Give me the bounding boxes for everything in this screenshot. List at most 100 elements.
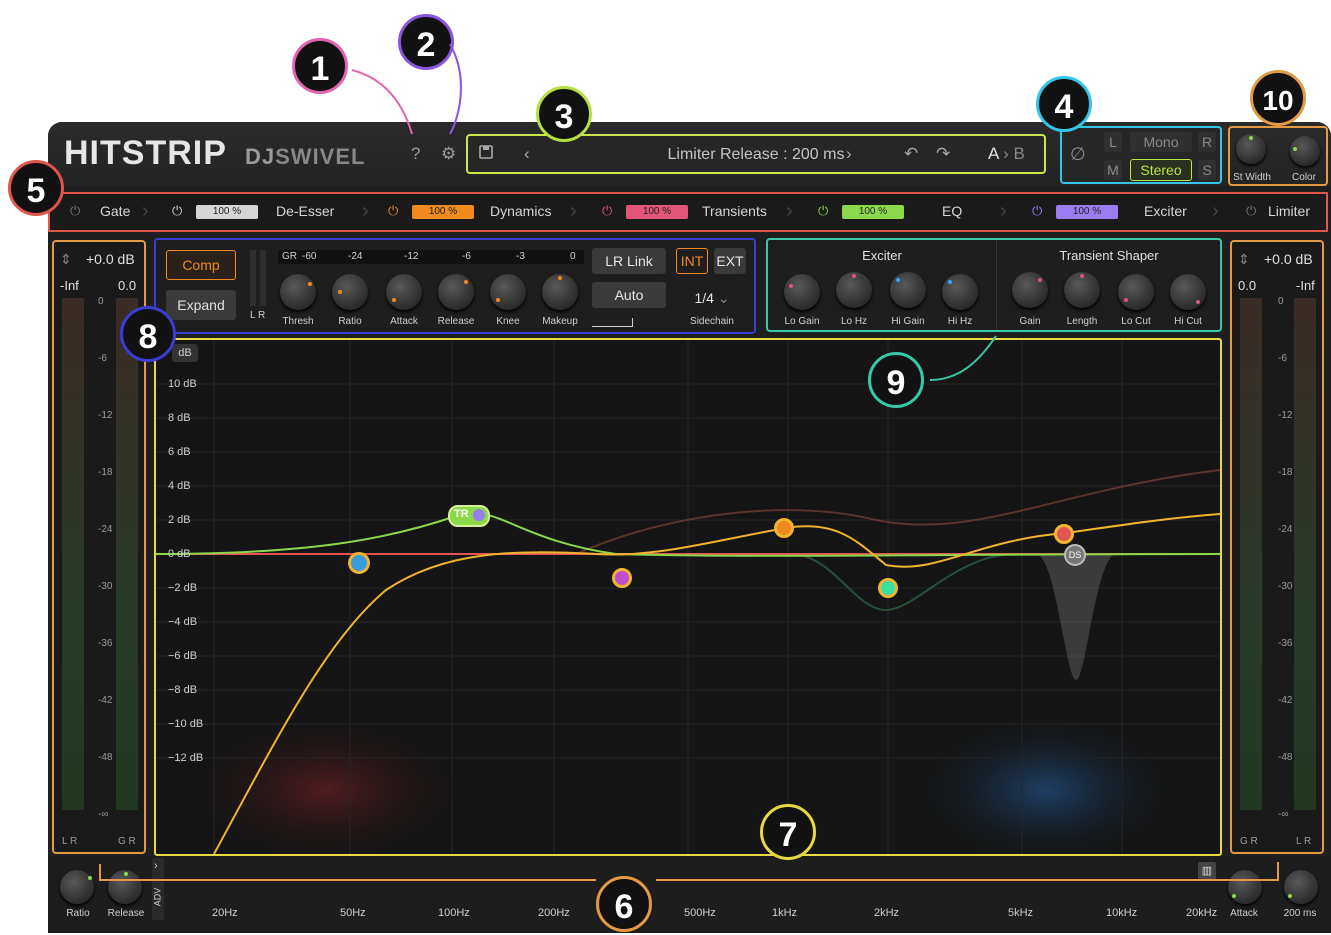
gain-knob[interactable] [1012,272,1048,308]
gain-stepper-icon[interactable]: ⇕ [60,251,72,268]
release-bottom-knob[interactable] [108,870,142,904]
dynamics-power-icon[interactable]: ⏻ [388,203,398,219]
length-knob[interactable] [1064,272,1100,308]
eq-node-transients[interactable] [612,568,632,588]
lo-gain-knob[interactable] [784,274,820,310]
redo-icon[interactable]: ↷ [936,144,950,164]
input-peak-gr: 0.0 [118,278,137,293]
transients-mix[interactable]: 100 % [626,205,688,219]
gate-power-icon[interactable]: ⏻ [70,203,80,219]
meter-tick-label: -12 [98,410,113,421]
input-gain-value[interactable]: +0.0 dB [86,251,135,267]
de-esser-power-icon[interactable]: ⏻ [172,203,182,219]
release-knob[interactable] [438,274,474,310]
db-range-button[interactable]: dB [172,344,198,362]
knee-knob[interactable] [490,274,526,310]
stereo-width-panel: St Width Color [1228,126,1328,186]
next-preset-icon[interactable]: › [846,144,852,164]
ratio-knob[interactable] [332,274,368,310]
comp-button[interactable]: Comp [166,250,236,280]
dynamics-mix[interactable]: 100 % [412,205,474,219]
ext-sidechain-button[interactable]: EXT [714,248,746,274]
limiter-release-knob[interactable] [1284,870,1318,904]
module-limiter[interactable]: Limiter [1268,203,1310,219]
meter-tick-label: -18 [1278,467,1293,478]
de-esser-mix[interactable]: 100 % [196,205,258,219]
module-gate[interactable]: Gate [100,203,130,219]
frequency-label: 20kHz [1186,907,1218,919]
attack-bottom-knob[interactable] [1228,870,1262,904]
ab-compare[interactable]: A › B [988,144,1025,164]
lo-gain-label: Lo Gain [784,316,820,327]
gain-stepper-icon[interactable]: ⇕ [1238,251,1250,268]
attack-knob[interactable] [386,274,422,310]
left-channel-button[interactable]: L [1104,132,1122,152]
expand-button[interactable]: Expand [166,290,236,320]
output-gain-value[interactable]: +0.0 dB [1264,251,1313,267]
module-exciter[interactable]: Exciter [1144,203,1187,219]
int-sidechain-button[interactable]: INT [676,248,708,274]
sidechain-routing-arrow-icon [592,318,633,327]
adv-toggle[interactable]: › ADV [152,858,164,920]
thresh-knob[interactable] [280,274,316,310]
hi-gain-knob[interactable] [890,272,926,308]
hi-gain-label: Hi Gain [891,316,925,327]
eq-mix[interactable]: 100 % [842,205,904,219]
phase-invert-icon[interactable]: ∅ [1070,144,1086,165]
help-icon[interactable]: ? [411,144,420,164]
module-dynamics[interactable]: Dynamics [490,203,551,219]
lo-cut-knob[interactable] [1118,274,1154,310]
settings-gear-icon[interactable]: ⚙ [441,144,456,164]
brand-logo: DJSWIVEL [245,144,366,169]
hi-cut-knob[interactable] [1170,274,1206,310]
chevron-icon: › [570,200,577,222]
frequency-label: 200Hz [538,907,570,919]
module-eq[interactable]: EQ [942,203,962,219]
gr-meter-r [260,250,266,306]
gr-scale: GR -60 -24 -12 -6 -3 0 [278,250,584,264]
eq-db-label: −10 dB [168,718,204,730]
lo-hz-knob[interactable] [836,272,872,308]
meter-tick-label: 0 [1278,296,1284,307]
ratio-bottom-knob[interactable] [60,870,94,904]
chevron-icon: › [362,200,369,222]
eq-node-tr[interactable]: TR [448,505,490,527]
eq-power-icon[interactable]: ⏻ [818,203,828,219]
color-knob[interactable] [1290,136,1320,166]
eq-node-low[interactable] [348,552,370,574]
logo: HITSTRIP [64,134,227,172]
eq-db-label: 6 dB [168,446,191,458]
stereo-button[interactable]: Stereo [1130,159,1192,181]
de-esser-node[interactable]: DS [1064,544,1086,566]
transient-shaper-title: Transient Shaper [1059,248,1159,263]
preset-name[interactable]: Limiter Release : 200 ms [468,146,1044,164]
mono-button[interactable]: Mono [1130,132,1192,152]
side-button[interactable]: S [1198,160,1216,180]
mid-button[interactable]: M [1104,160,1122,180]
hi-hz-knob[interactable] [942,274,978,310]
eq-graph[interactable]: dB 10 dB 8 dB 6 dB 4 dB 2 dB 0 dB −2 dB −4 dB −6… [154,338,1222,856]
limiter-power-icon[interactable]: ⏻ [1246,203,1256,219]
undo-icon[interactable]: ↶ [904,144,918,164]
eq-curves [156,340,1220,854]
auto-button[interactable]: Auto [592,282,666,308]
attack-bottom-label: Attack [1230,908,1258,919]
module-de-esser[interactable]: De-Esser [276,203,334,219]
stereo-width-knob[interactable] [1236,134,1266,164]
transients-power-icon[interactable]: ⏻ [602,203,612,219]
lr-link-button[interactable]: LR Link [592,248,666,274]
eq-db-label: 10 dB [168,378,197,390]
callout-10: 10 [1250,70,1306,126]
makeup-knob[interactable] [542,274,578,310]
keyboard-icon[interactable]: ▥ [1198,862,1216,880]
callout-9: 9 [868,352,924,408]
exciter-power-icon[interactable]: ⏻ [1032,203,1042,219]
right-channel-button[interactable]: R [1198,132,1216,152]
module-transients[interactable]: Transients [702,203,767,219]
eq-node-mid[interactable] [774,518,794,538]
eq-node-high[interactable] [1054,524,1074,544]
hi-hz-label: Hi Hz [947,316,973,327]
exciter-mix[interactable]: 100 % [1056,205,1118,219]
eq-node-mid-cut[interactable] [878,578,898,598]
sidechain-rate-select[interactable]: 1/4 ⌄ [678,286,746,310]
